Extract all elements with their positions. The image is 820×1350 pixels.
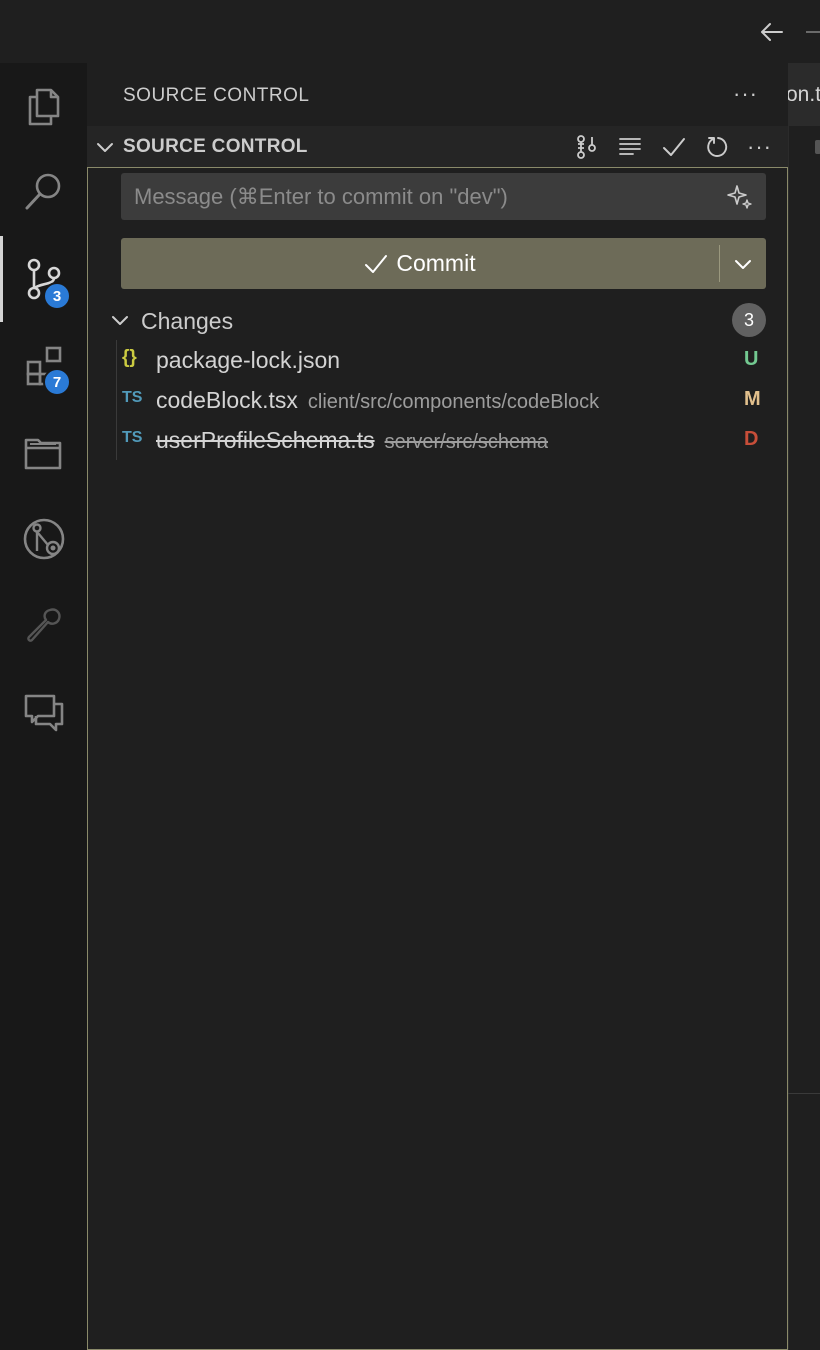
status-deleted: D [744, 428, 759, 450]
folder-icon [24, 438, 61, 470]
changes-count-badge: 3 [732, 303, 766, 337]
extensions-badge: 7 [43, 368, 71, 396]
refresh-icon [707, 137, 728, 157]
back-arrow-icon[interactable] [758, 18, 786, 46]
editor-tab[interactable]: on.t [788, 63, 820, 126]
sidebar-title: SOURCE CONTROL [123, 85, 310, 106]
wrench-icon [26, 608, 61, 642]
change-item-userprofileschema[interactable]: TS userProfileSchema.ts server/src/schema… [106, 420, 776, 460]
forward-arrow-icon[interactable] [806, 31, 820, 33]
file-path: server/src/schema [384, 431, 548, 453]
sparkle-icon[interactable] [726, 183, 754, 211]
check-icon [663, 138, 685, 156]
typescript-file-icon: TS [122, 389, 143, 406]
check-icon [365, 254, 388, 273]
change-item-package-lock[interactable]: {} package-lock.json U [106, 340, 776, 380]
vscode-window: 3 7 SOURCE CONTROL ··· on.t SOURCE CONTR… [0, 0, 820, 1350]
search-icon [25, 173, 60, 210]
active-indicator [0, 236, 3, 322]
section-more-actions[interactable]: ··· [747, 132, 772, 162]
commit-button[interactable]: Commit [121, 238, 719, 289]
source-control-section-header[interactable]: SOURCE CONTROL ··· [87, 126, 788, 167]
changes-group-header[interactable]: Changes 3 [106, 300, 776, 340]
activity-source-control[interactable]: 3 [0, 236, 87, 322]
editor-fragment [815, 140, 820, 154]
activity-chat[interactable] [0, 669, 87, 755]
sidebar-more-actions[interactable]: ··· [733, 81, 758, 107]
activity-bar: 3 7 [0, 63, 87, 1350]
activity-git-graph[interactable] [0, 496, 87, 582]
activity-search[interactable] [0, 149, 87, 235]
typescript-file-icon: TS [122, 429, 143, 446]
activity-tools[interactable] [0, 583, 87, 669]
view-graph-button[interactable] [571, 132, 601, 162]
activity-explorer[interactable] [0, 63, 87, 149]
json-file-icon: {} [122, 347, 137, 368]
file-name: codeBlock.tsx client/src/components/codeB… [156, 387, 600, 413]
activity-folders[interactable] [0, 409, 87, 495]
commit-dropdown-button[interactable] [720, 238, 766, 289]
file-name: userProfileSchema.ts server/src/schema [156, 427, 548, 453]
commit-check-button[interactable] [659, 132, 689, 162]
section-title: SOURCE CONTROL [123, 136, 308, 157]
status-untracked: U [744, 348, 759, 370]
status-modified: M [744, 388, 761, 410]
chevron-down-icon [735, 259, 751, 269]
files-icon [28, 88, 59, 126]
source-control-badge: 3 [43, 282, 71, 310]
sidebar-header: SOURCE CONTROL ··· [87, 63, 788, 126]
view-as-list-button[interactable] [615, 132, 645, 162]
section-actions: ··· [571, 132, 772, 162]
editor-area [788, 63, 820, 1350]
title-bar [0, 0, 820, 63]
git-compare-icon [577, 135, 596, 159]
change-item-codeblock[interactable]: TS codeBlock.tsx client/src/components/co… [106, 380, 776, 420]
commit-button-group: Commit [121, 238, 766, 289]
file-path: client/src/components/codeBlock [307, 391, 600, 413]
file-name: package-lock.json [156, 347, 341, 373]
refresh-button[interactable] [703, 132, 733, 162]
commit-message-input[interactable]: Message (⌘Enter to commit on "dev") [121, 173, 766, 220]
editor-divider [788, 1093, 820, 1094]
comments-icon [24, 694, 63, 732]
list-icon [619, 138, 641, 155]
editor-tab-label: on.t [788, 83, 820, 106]
commit-button-label: Commit [396, 250, 476, 276]
git-lens-icon [23, 518, 64, 560]
changes-label: Changes [141, 308, 234, 334]
chevron-down-icon [112, 316, 128, 325]
activity-extensions[interactable]: 7 [0, 323, 87, 409]
chevron-down-icon [97, 143, 113, 152]
commit-message-placeholder: Message (⌘Enter to commit on "dev") [134, 184, 508, 209]
